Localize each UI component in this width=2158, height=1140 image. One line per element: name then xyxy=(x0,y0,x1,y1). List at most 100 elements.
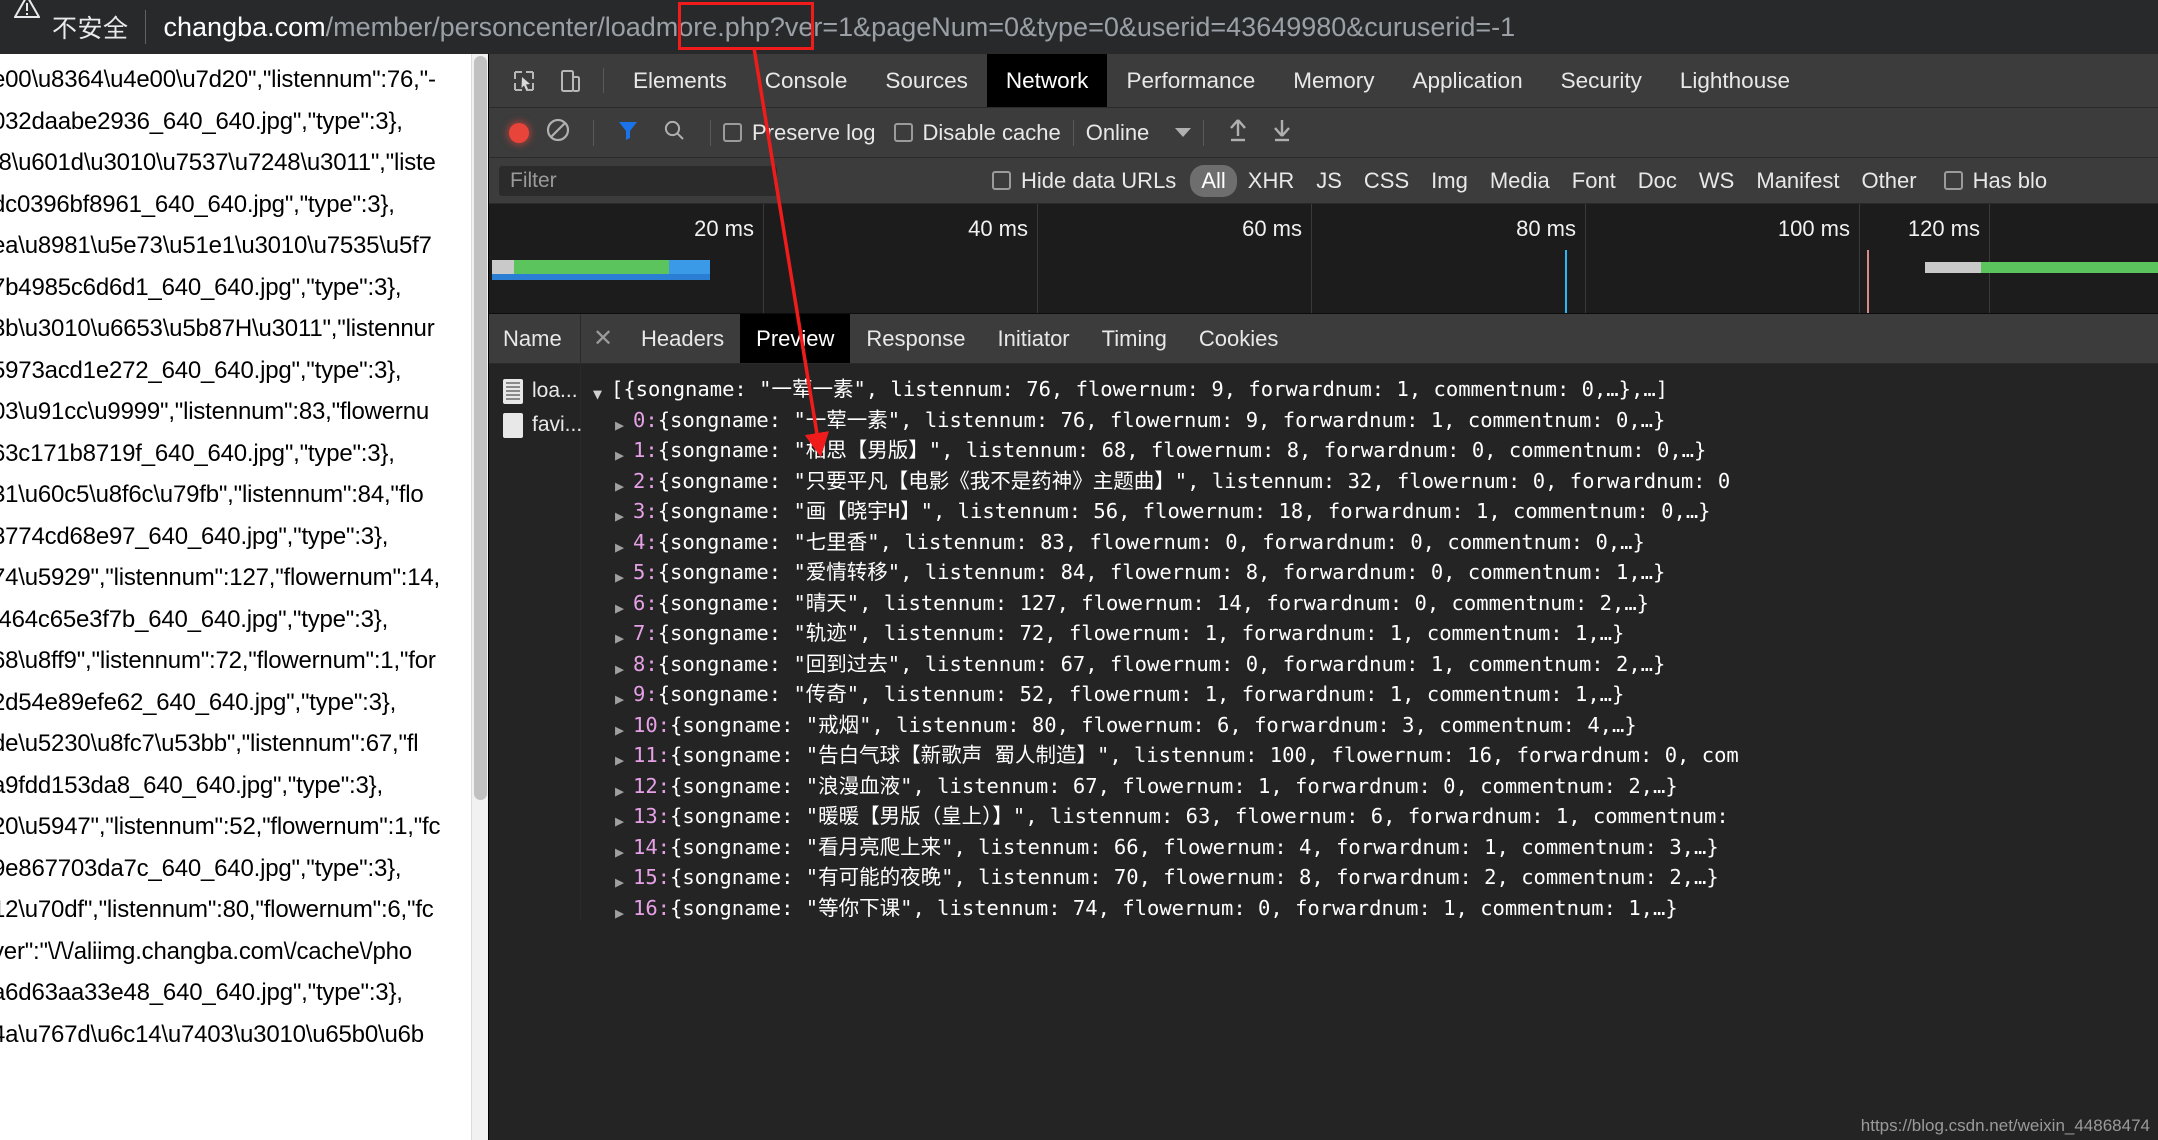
overview-request-bar-2-download xyxy=(1981,262,2158,273)
json-row[interactable]: ▶ 1: {songname: "相思【男版】", listennum: 68, … xyxy=(593,435,2158,466)
url-text[interactable]: changba.com/member/personcenter/loadmore… xyxy=(164,0,1516,54)
tab-network[interactable]: Network xyxy=(986,54,1108,107)
preserve-log-label: Preserve log xyxy=(752,119,876,145)
json-row[interactable]: ▶ 14: {songname: "看月亮爬上来", listennum: 66,… xyxy=(593,832,2158,863)
browser-address-bar[interactable]: 不安全 changba.com/member/personcenter/load… xyxy=(0,0,2158,54)
json-row[interactable]: ▶ 4: {songname: "七里香", listennum: 83, flo… xyxy=(593,527,2158,558)
tab-console[interactable]: Console xyxy=(746,54,867,107)
preserve-log-box[interactable] xyxy=(723,123,742,142)
security-status[interactable]: 不安全 xyxy=(0,0,129,45)
filter-chip-media[interactable]: Media xyxy=(1479,165,1561,197)
filter-chip-other[interactable]: Other xyxy=(1851,165,1928,197)
filter-chip-css[interactable]: CSS xyxy=(1353,165,1420,197)
page-content-raw-json: e00\u8364\u4e00\u7d20","listennum":76,"-… xyxy=(0,54,488,1140)
json-row[interactable]: ▶ 16: {songname: "等你下课", listennum: 74, f… xyxy=(593,893,2158,921)
clear-icon[interactable] xyxy=(545,117,571,149)
tab-application[interactable]: Application xyxy=(1394,54,1542,107)
disable-cache-checkbox[interactable]: Disable cache xyxy=(893,119,1061,146)
list-item[interactable]: loa... xyxy=(489,374,580,408)
filter-chip-all[interactable]: All xyxy=(1190,164,1237,197)
hide-data-urls-box[interactable] xyxy=(992,171,1011,190)
json-row[interactable]: ▶ 3: {songname: "画【晓宇H】", listennum: 56, … xyxy=(593,496,2158,527)
tab-security[interactable]: Security xyxy=(1542,54,1661,107)
tab-performance[interactable]: Performance xyxy=(1107,54,1274,107)
overview-request-bar-1-download xyxy=(514,260,669,274)
search-icon[interactable] xyxy=(662,118,686,148)
json-row-value: {songname: "七里香", listennum: 83, flowern… xyxy=(657,529,1645,554)
tab-elements[interactable]: Elements xyxy=(614,54,746,107)
filter-chip-font[interactable]: Font xyxy=(1561,165,1627,197)
json-row[interactable]: ▶ 7: {songname: "轨迹", listennum: 72, flow… xyxy=(593,618,2158,649)
json-row-index: 10: xyxy=(633,712,671,737)
filter-chip-js[interactable]: JS xyxy=(1305,165,1353,197)
upload-arrow-icon[interactable] xyxy=(1226,117,1250,149)
disable-cache-box[interactable] xyxy=(893,123,913,142)
json-row[interactable]: ▶ 9: {songname: "传奇", listennum: 52, flow… xyxy=(593,679,2158,710)
json-root-row[interactable]: ▼ [{songname: "一荤一素", listennum: 76, flo… xyxy=(593,374,2158,405)
json-row-value: {songname: "一荤一素", listennum: 76, flower… xyxy=(657,407,1666,432)
network-overview-timeline[interactable]: 20 ms 40 ms 60 ms 80 ms 100 ms 120 ms xyxy=(489,204,2158,314)
network-throttling-select[interactable]: Online xyxy=(1086,120,1192,146)
record-button-icon[interactable] xyxy=(509,122,529,143)
dom-content-loaded-line xyxy=(1565,250,1567,313)
json-row-index: 12: xyxy=(633,773,671,798)
json-row-value: {songname: "回到过去", listennum: 67, flower… xyxy=(657,651,1666,676)
json-row-index: 7: xyxy=(633,621,658,645)
filter-chip-img[interactable]: Img xyxy=(1420,165,1479,197)
tab-lighthouse[interactable]: Lighthouse xyxy=(1661,54,1809,107)
list-item[interactable]: favi... xyxy=(489,408,583,442)
json-row[interactable]: ▶ 11: {songname: "告白气球【新歌声 蜀人制造】", listen… xyxy=(593,740,2158,771)
download-arrow-icon[interactable] xyxy=(1270,117,1294,149)
requests-name-column-header: Name xyxy=(489,314,581,363)
json-row[interactable]: ▶ 10: {songname: "戒烟", listennum: 80, flo… xyxy=(593,710,2158,741)
funnel-filter-icon[interactable] xyxy=(616,118,640,148)
json-row[interactable]: ▶ 6: {songname: "晴天", listennum: 127, flo… xyxy=(593,588,2158,619)
filter-chip-ws[interactable]: WS xyxy=(1688,165,1745,197)
filter-chip-manifest[interactable]: Manifest xyxy=(1745,165,1850,197)
json-row-value: {songname: "浪漫血液", listennum: 67, flower… xyxy=(670,773,1678,798)
filter-input[interactable] xyxy=(499,165,777,196)
response-preview-pane[interactable]: ▼ [{songname: "一荤一素", listennum: 76, flo… xyxy=(581,364,2158,920)
hide-data-urls-checkbox[interactable]: Hide data URLs xyxy=(992,168,1176,194)
detail-tab-timing[interactable]: Timing xyxy=(1086,314,1183,363)
detail-tab-initiator[interactable]: Initiator xyxy=(981,314,1085,363)
has-blocked-cookies-checkbox[interactable]: Has blo xyxy=(1943,168,2047,194)
page-scrollbar[interactable] xyxy=(471,54,488,1140)
overview-tick-60ms: 60 ms xyxy=(1242,216,1302,241)
page-scrollbar-thumb[interactable] xyxy=(474,56,487,800)
detail-tab-headers[interactable]: Headers xyxy=(625,314,740,363)
filter-chip-xhr[interactable]: XHR xyxy=(1237,165,1305,197)
tab-memory[interactable]: Memory xyxy=(1274,54,1393,107)
has-blocked-box[interactable] xyxy=(1943,171,1963,190)
device-toolbar-icon[interactable] xyxy=(547,54,593,107)
disable-cache-label: Disable cache xyxy=(922,119,1061,145)
json-row[interactable]: ▶ 15: {songname: "有可能的夜晚", listennum: 70,… xyxy=(593,862,2158,893)
json-row[interactable]: ▶ 13: {songname: "暖暖【男版（皇上）】", listennum:… xyxy=(593,801,2158,832)
request-name: favi... xyxy=(532,413,583,436)
detail-tab-cookies[interactable]: Cookies xyxy=(1183,314,1294,363)
json-row[interactable]: ▶ 0: {songname: "一荤一素", listennum: 76, fl… xyxy=(593,405,2158,436)
disclosure-triangle-icon[interactable]: ▶ xyxy=(615,893,633,921)
json-row-index: 6: xyxy=(633,590,658,615)
detail-tab-response[interactable]: Response xyxy=(850,314,981,363)
preserve-log-checkbox[interactable]: Preserve log xyxy=(723,120,876,146)
filter-chip-doc[interactable]: Doc xyxy=(1627,165,1688,197)
json-row[interactable]: ▶ 8: {songname: "回到过去", listennum: 67, fl… xyxy=(593,649,2158,680)
json-row[interactable]: ▶ 12: {songname: "浪漫血液", listennum: 67, f… xyxy=(593,771,2158,802)
overview-request-bar-1-wait xyxy=(492,260,514,274)
inspect-element-icon[interactable] xyxy=(501,54,547,107)
disclosure-triangle-open-icon[interactable]: ▼ xyxy=(593,374,611,410)
json-row-index: 4: xyxy=(633,529,658,554)
network-body: loa... favi... ▼ [{songname: "一荤一素", lis… xyxy=(489,364,2158,920)
json-row[interactable]: ▶ 2: {songname: "只要平凡【电影《我不是药神》主题曲】", lis… xyxy=(593,466,2158,497)
json-rows: ▶ 0: {songname: "一荤一素", listennum: 76, fl… xyxy=(593,405,2158,921)
close-icon[interactable]: ✕ xyxy=(581,314,625,363)
detail-tab-preview[interactable]: Preview xyxy=(740,314,851,363)
request-list[interactable]: loa... favi... xyxy=(489,364,583,920)
json-row[interactable]: ▶ 5: {songname: "爱情转移", listennum: 84, fl… xyxy=(593,557,2158,588)
json-row-index: 14: xyxy=(633,834,671,859)
json-row-index: 9: xyxy=(633,682,658,706)
json-row-value: {songname: "只要平凡【电影《我不是药神》主题曲】", listenn… xyxy=(657,468,1731,493)
json-row-index: 3: xyxy=(633,499,658,523)
tab-sources[interactable]: Sources xyxy=(866,54,987,107)
